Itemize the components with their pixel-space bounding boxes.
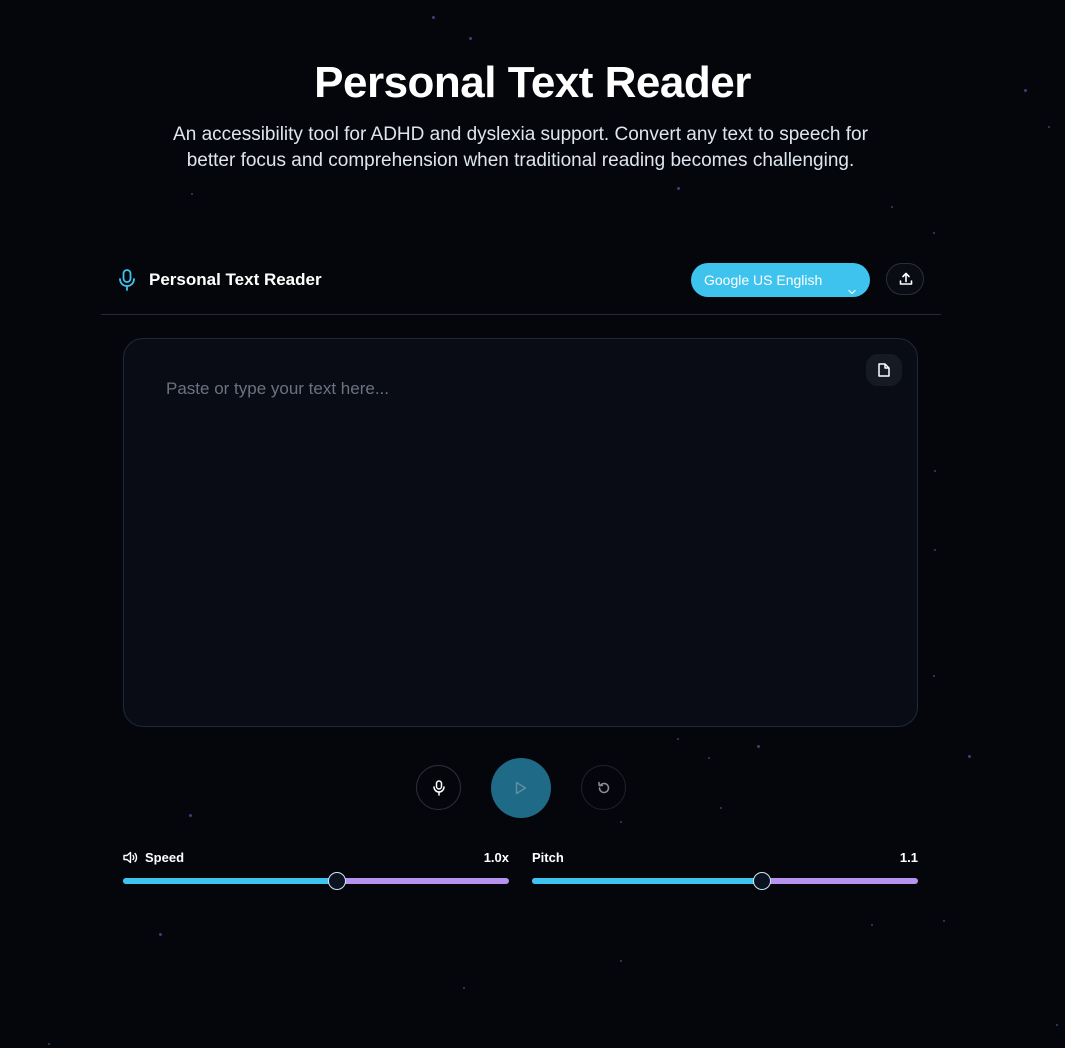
record-button[interactable] <box>416 765 461 810</box>
voice-select-value: Google US English <box>704 272 823 288</box>
reset-button[interactable] <box>581 765 626 810</box>
speed-slider-thumb[interactable] <box>328 872 347 890</box>
microphone-icon <box>118 269 136 291</box>
star-decoration <box>432 16 435 19</box>
speed-slider[interactable] <box>123 872 509 890</box>
star-decoration <box>1048 126 1050 128</box>
chevron-down-icon <box>847 275 857 295</box>
pitch-control: Pitch 1.1 <box>532 848 918 893</box>
page-subtitle: An accessibility tool for ADHD and dysle… <box>173 124 868 171</box>
app-title: Personal Text Reader <box>149 270 322 289</box>
page: Personal Text Reader An accessibility to… <box>0 0 1065 1048</box>
star-decoration <box>159 933 162 936</box>
microphone-icon <box>433 780 445 796</box>
pitch-value: 1.1 <box>899 850 918 865</box>
pitch-slider[interactable] <box>532 872 918 890</box>
voice-select[interactable]: Google US English <box>691 263 870 297</box>
star-decoration <box>934 470 936 472</box>
star-decoration <box>189 814 192 817</box>
star-decoration <box>708 757 710 759</box>
speed-control: Speed 1.0x <box>123 848 509 893</box>
star-decoration <box>677 187 680 190</box>
volume-icon <box>123 851 138 869</box>
text-input[interactable] <box>124 339 917 726</box>
star-decoration <box>463 987 465 989</box>
document-icon <box>878 363 890 377</box>
star-decoration <box>469 37 472 40</box>
pitch-label: Pitch <box>532 850 564 865</box>
star-decoration <box>891 206 893 208</box>
star-decoration <box>943 920 945 922</box>
speed-value: 1.0x <box>483 850 509 865</box>
upload-icon <box>899 272 913 285</box>
star-decoration <box>968 755 971 758</box>
star-decoration <box>871 924 873 926</box>
speed-label: Speed <box>145 850 185 865</box>
rotate-ccw-icon <box>598 781 610 794</box>
star-decoration <box>620 960 622 962</box>
star-decoration <box>933 232 935 234</box>
play-button[interactable] <box>491 758 551 818</box>
pitch-slider-thumb[interactable] <box>752 872 771 890</box>
star-decoration <box>620 821 622 823</box>
app-header: Personal Text Reader Google US English <box>101 258 941 315</box>
star-decoration <box>677 738 679 740</box>
upload-button[interactable] <box>886 263 924 295</box>
page-title: Personal Text Reader <box>314 58 751 107</box>
document-button[interactable] <box>866 354 902 386</box>
star-decoration <box>191 193 193 195</box>
text-editor-panel <box>123 338 918 727</box>
star-decoration <box>720 807 722 809</box>
play-icon <box>515 781 527 795</box>
star-decoration <box>934 549 936 551</box>
speed-slider-fill <box>123 878 338 884</box>
star-decoration <box>757 745 760 748</box>
pitch-slider-fill <box>532 878 762 884</box>
star-decoration <box>933 675 935 677</box>
star-decoration <box>48 1043 50 1045</box>
star-decoration <box>1056 1024 1058 1026</box>
